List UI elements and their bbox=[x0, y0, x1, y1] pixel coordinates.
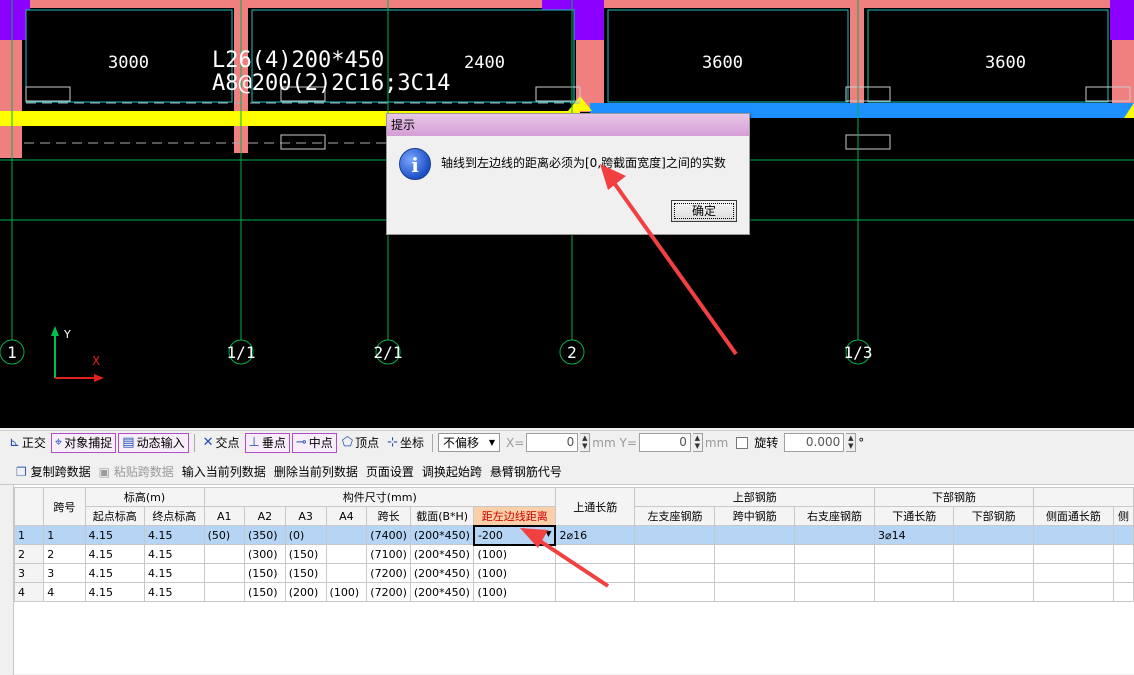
coordinate-icon: ⊹ bbox=[387, 435, 398, 450]
header-span-length: 跨长 bbox=[366, 506, 411, 526]
table-gutter bbox=[0, 485, 14, 675]
perpendicular-button[interactable]: ⊥ 垂点 bbox=[244, 432, 290, 453]
header-size: 构件尺寸(mm) bbox=[203, 487, 556, 507]
cantilever-code-button[interactable]: 悬臂钢筋代号 bbox=[490, 463, 562, 480]
ortho-button[interactable]: ⊾ 正交 bbox=[6, 433, 49, 453]
header-section: 截面(B*H) bbox=[409, 506, 475, 526]
chevron-down-icon[interactable]: ▼ bbox=[545, 529, 551, 538]
rotate-label: 旋转 bbox=[754, 436, 779, 450]
header-elevation: 标高(m) bbox=[84, 487, 205, 507]
chevron-down-icon: ▼ bbox=[488, 438, 496, 447]
copy-span-button[interactable]: ❐ 复制跨数据 bbox=[16, 463, 91, 480]
intersection-icon: ✕ bbox=[202, 435, 214, 450]
axis-label: 1/3 bbox=[843, 343, 873, 362]
beam-label-2: A8@200(2)2C16;3C14 bbox=[212, 71, 451, 96]
header-end-elev: 终点标高 bbox=[144, 506, 205, 526]
table-row[interactable]: 2 2 4.15 4.15 (300) (150) (7100) (200*45… bbox=[13, 544, 1134, 564]
header-start-elev: 起点标高 bbox=[84, 506, 146, 526]
snap-icon: ⌖ bbox=[54, 435, 63, 450]
x-spinner[interactable]: ▲ ▼ bbox=[580, 433, 591, 452]
column-cap bbox=[1110, 0, 1134, 40]
dialog-title: 提示 bbox=[387, 114, 749, 136]
dynamic-input-icon: ▤ bbox=[122, 435, 135, 450]
span-table: 跨号 标高(m) 构件尺寸(mm) 上通长筋 上部钢筋 下部钢筋 起点标高 终点… bbox=[13, 487, 1134, 602]
header-a2: A2 bbox=[244, 506, 286, 526]
beam-top bbox=[248, 0, 576, 8]
header-side: 侧 bbox=[1112, 506, 1134, 526]
header-top-through: 上通长筋 bbox=[554, 487, 636, 526]
header-a1: A1 bbox=[203, 506, 246, 526]
header-span-no: 跨号 bbox=[43, 487, 86, 526]
snap-toolbar: ⊾ 正交 ⌖ 对象捕捉 ▤ 动态输入 ✕ 交点 ⊥ 垂点 ⊸ 中点 ⬠ 顶点 ⊹ 坐标 不偏移 ▼… bbox=[0, 430, 1134, 454]
y-label: mm Y= bbox=[592, 435, 637, 450]
table-row[interactable]: 4 4 4.15 4.15 (150) (200) (100) (7200) (… bbox=[13, 582, 1134, 602]
midpoint-icon: ⊸ bbox=[295, 435, 307, 450]
vertex-icon: ⬠ bbox=[341, 435, 354, 450]
rotate-spinner[interactable]: ▲ ▼ bbox=[846, 433, 857, 452]
ucs-y-label: Y bbox=[64, 328, 71, 341]
degree-label: ° bbox=[858, 435, 865, 450]
header-a4: A4 bbox=[325, 506, 368, 526]
row-header-corner bbox=[13, 487, 45, 526]
y-spinner[interactable]: ▲ ▼ bbox=[692, 433, 703, 452]
offset-select[interactable]: 不偏移 ▼ bbox=[438, 433, 501, 452]
page-setup-button[interactable]: 页面设置 bbox=[366, 463, 414, 480]
rotate-checkbox[interactable] bbox=[736, 436, 749, 449]
rotate-input[interactable]: 0.000 bbox=[784, 433, 845, 452]
header-left-support: 左支座钢筋 bbox=[634, 506, 716, 526]
ok-button[interactable]: 确定 bbox=[671, 200, 737, 222]
unit-label: mm bbox=[704, 435, 729, 450]
dim-text: 2400 bbox=[464, 53, 505, 73]
table-row[interactable]: 3 3 4.15 4.15 (150) (150) (7200) (200*45… bbox=[13, 563, 1134, 583]
copy-icon: ❐ bbox=[16, 464, 27, 479]
beam-label-1: L26(4)200*450 bbox=[212, 48, 385, 73]
header-mid-span: 跨中钢筋 bbox=[714, 506, 795, 526]
info-icon: i bbox=[399, 148, 431, 180]
header-bottom-through: 下通长筋 bbox=[873, 506, 955, 526]
swap-start-span-button[interactable]: 调换起始跨 bbox=[422, 463, 482, 480]
paste-span-button[interactable]: ▣ 粘贴跨数据 bbox=[99, 463, 174, 480]
message-dialog: 提示 i 轴线到左边线的距离必须为[0,跨截面宽度]之间的实数 确定 bbox=[386, 113, 750, 235]
ortho-icon: ⊾ bbox=[9, 435, 20, 450]
header-bottom-rebar: 下部钢筋 bbox=[873, 487, 1034, 507]
delete-column-button[interactable]: 删除当前列数据 bbox=[274, 463, 358, 480]
dim-text: 3600 bbox=[702, 53, 743, 73]
span-table-area: 跨号 标高(m) 构件尺寸(mm) 上通长筋 上部钢筋 下部钢筋 起点标高 终点… bbox=[0, 484, 1134, 675]
x-input[interactable]: 0 bbox=[526, 433, 579, 452]
midpoint-button[interactable]: ⊸ 中点 bbox=[291, 432, 337, 453]
vertex-button[interactable]: ⬠ 顶点 bbox=[339, 433, 382, 453]
x-label: X= bbox=[506, 435, 525, 450]
coordinate-button[interactable]: ⊹ 坐标 bbox=[384, 433, 427, 453]
perpendicular-icon: ⊥ bbox=[248, 435, 260, 450]
dynamic-input-button[interactable]: ▤ 动态输入 bbox=[118, 432, 189, 453]
input-column-button[interactable]: 输入当前列数据 bbox=[182, 463, 266, 480]
header-right-support: 右支座钢筋 bbox=[793, 506, 875, 526]
header-side-through: 侧面通长筋 bbox=[1032, 506, 1114, 526]
axis-label: 1 bbox=[7, 343, 17, 362]
header-bottom: 下部钢筋 bbox=[953, 506, 1034, 526]
dialog-message: 轴线到左边线的距离必须为[0,跨截面宽度]之间的实数 bbox=[441, 156, 726, 170]
axis-label: 2/1 bbox=[373, 343, 403, 362]
header-empty bbox=[1032, 487, 1134, 507]
table-row[interactable]: 1 1 4.15 4.15 (50) (350) (0) (7400) (200… bbox=[13, 524, 1134, 546]
header-a3: A3 bbox=[284, 506, 327, 526]
axis-label: 2 bbox=[567, 343, 577, 362]
column bbox=[850, 0, 864, 112]
y-input[interactable]: 0 bbox=[638, 433, 691, 452]
beam-top bbox=[864, 0, 1112, 8]
ucs-x-label: X bbox=[92, 354, 101, 368]
left-edge-distance-input[interactable]: -200 ▼ bbox=[472, 524, 557, 546]
beam-top bbox=[604, 0, 850, 8]
header-top-rebar: 上部钢筋 bbox=[634, 487, 875, 507]
intersection-button[interactable]: ✕ 交点 bbox=[200, 433, 243, 453]
paste-icon: ▣ bbox=[98, 464, 110, 479]
table-toolbar: ❐ 复制跨数据 ▣ 粘贴跨数据 输入当前列数据 删除当前列数据 页面设置 调换起… bbox=[0, 460, 1134, 482]
header-left-edge-distance: 距左边线距离 bbox=[473, 506, 556, 526]
dim-text: 3000 bbox=[108, 53, 149, 73]
beam-top bbox=[22, 0, 234, 8]
object-snap-button[interactable]: ⌖ 对象捕捉 bbox=[50, 432, 117, 453]
axis-label: 1/1 bbox=[226, 343, 256, 362]
dim-text: 3600 bbox=[985, 53, 1026, 73]
